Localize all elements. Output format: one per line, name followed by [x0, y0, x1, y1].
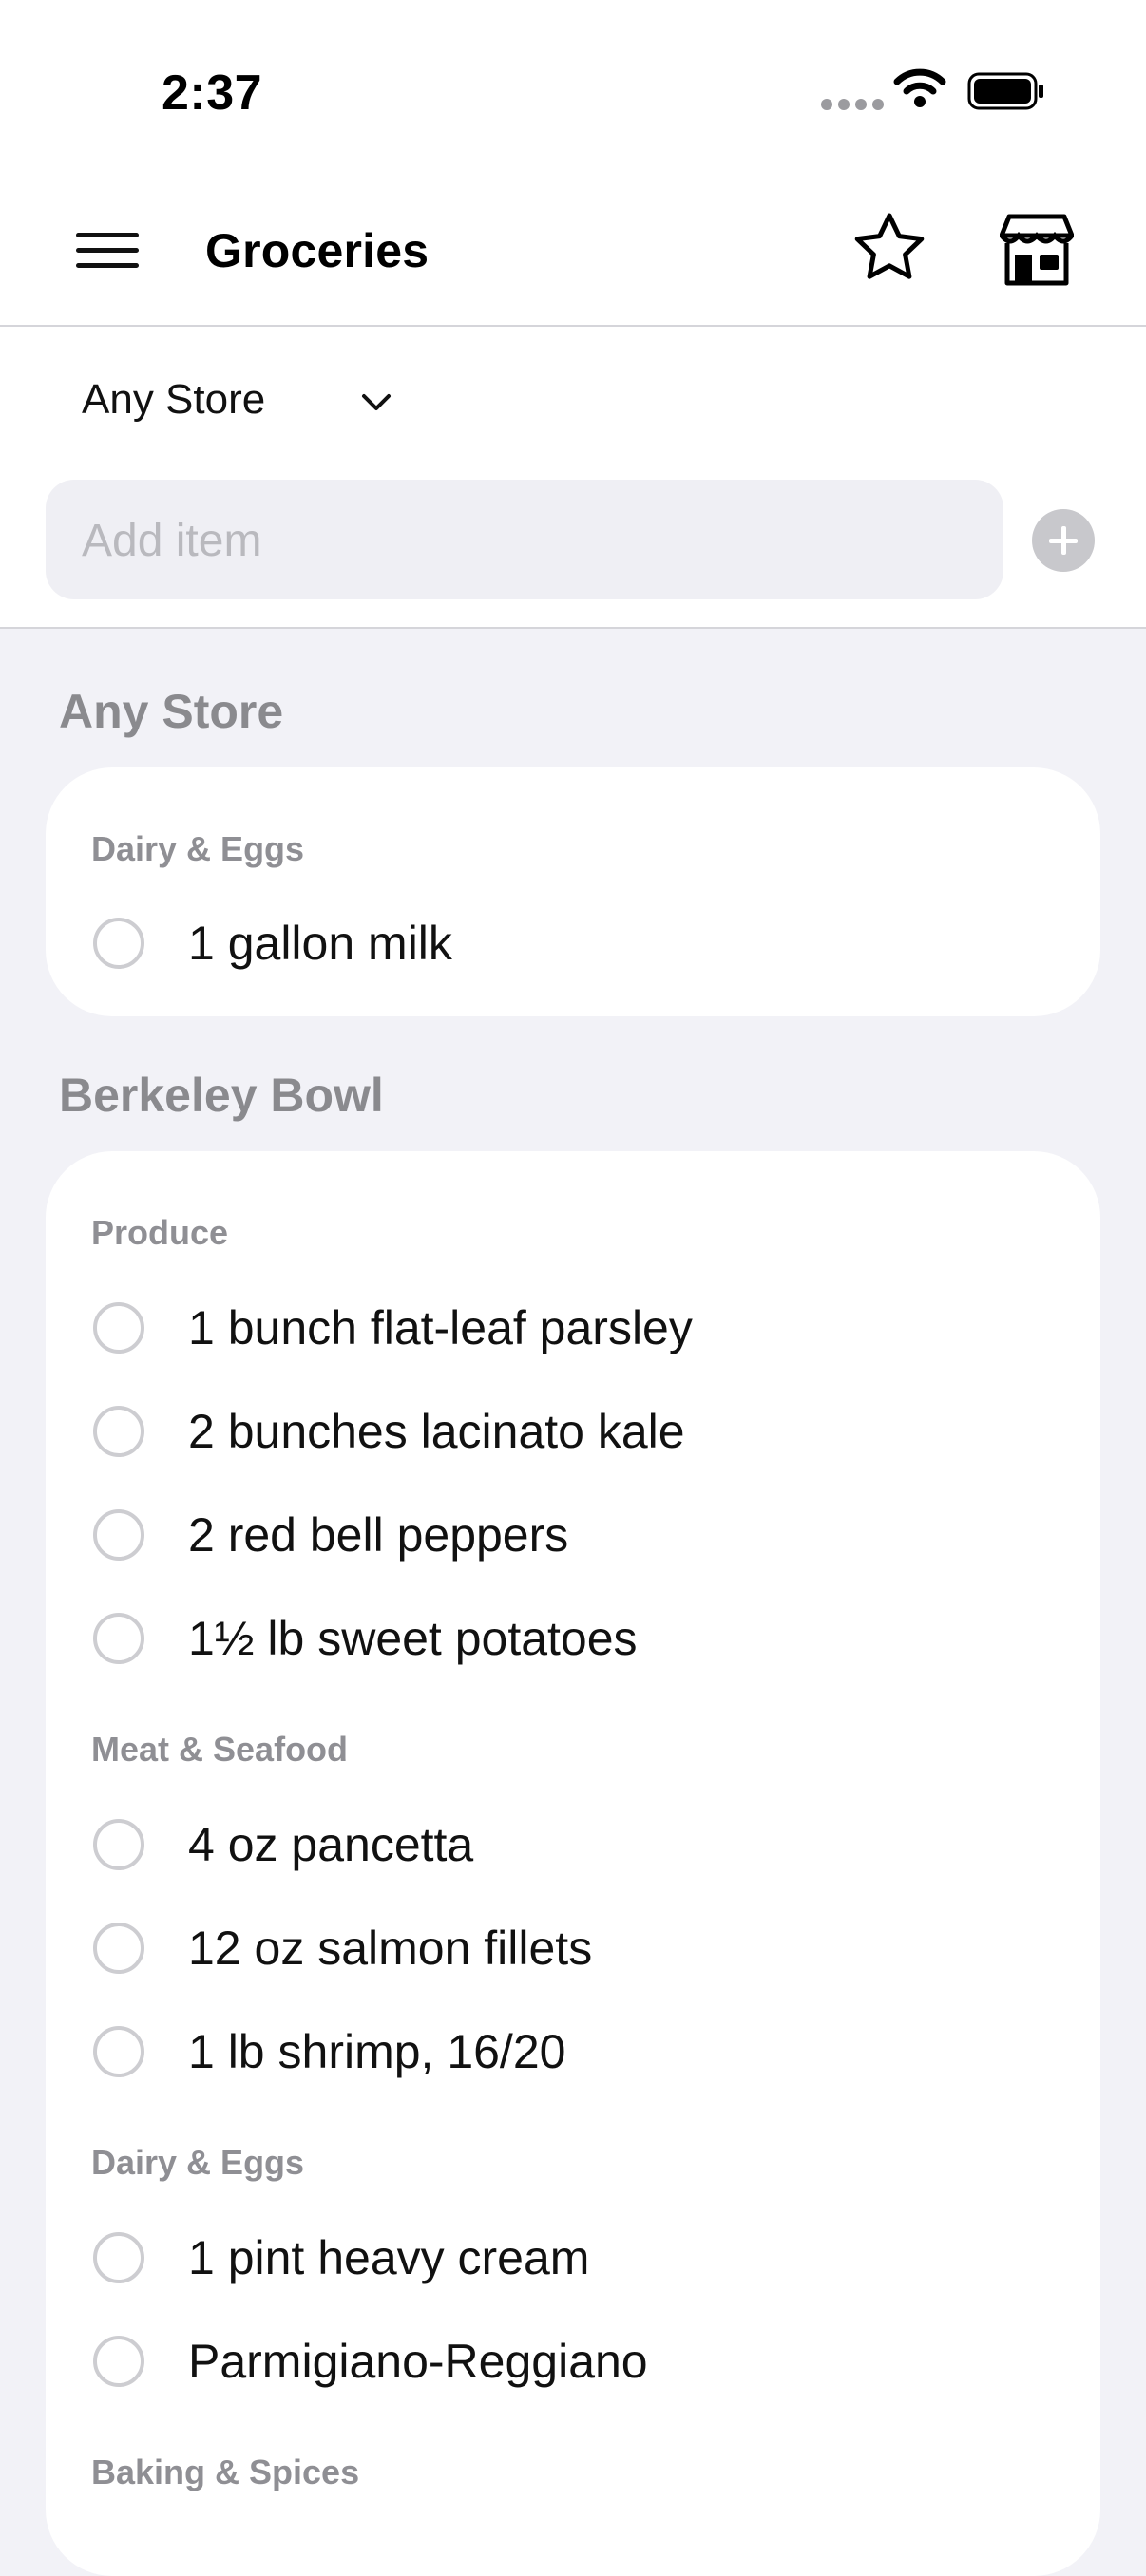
item-label: 12 oz salmon fillets	[188, 1922, 593, 1975]
store-picker[interactable]: Any Store	[82, 376, 392, 424]
item-label: Parmigiano-Reggiano	[188, 2335, 648, 2388]
status-indicators	[817, 66, 1045, 114]
checkbox-circle[interactable]	[93, 1923, 144, 1974]
battery-icon	[967, 72, 1043, 110]
chevron-down-icon	[362, 394, 392, 410]
header-divider	[0, 325, 1146, 327]
item-label: 1 gallon milk	[188, 917, 452, 970]
checkbox-circle[interactable]	[93, 1406, 144, 1457]
item-label: 4 oz pancetta	[188, 1818, 474, 1871]
item-label: 1 lb shrimp, 16/20	[188, 2025, 566, 2078]
checkbox-circle[interactable]	[93, 1819, 144, 1870]
page-title: Groceries	[205, 224, 430, 277]
list-item[interactable]: 1 gallon milk	[93, 913, 452, 974]
wifi-icon	[893, 68, 946, 107]
cellular-signal-icon	[821, 99, 884, 110]
checkbox-circle[interactable]	[93, 1302, 144, 1354]
add-item-button[interactable]	[1032, 509, 1095, 572]
item-label: 1 bunch flat-leaf parsley	[188, 1301, 693, 1354]
item-label: 2 bunches lacinato kale	[188, 1405, 685, 1458]
category-header: Dairy & Eggs	[91, 2143, 305, 2182]
list-item[interactable]: 1 bunch flat-leaf parsley	[93, 1297, 693, 1358]
menu-icon[interactable]	[76, 233, 139, 271]
store-picker-label: Any Store	[82, 376, 266, 423]
section-title-berkeley-bowl: Berkeley Bowl	[59, 1069, 384, 1122]
list-item[interactable]: 12 oz salmon fillets	[93, 1918, 592, 1979]
list-item[interactable]: Parmigiano-Reggiano	[93, 2331, 648, 2392]
status-time: 2:37	[162, 66, 263, 121]
section-title-any-store: Any Store	[59, 685, 284, 738]
add-item-field[interactable]	[46, 480, 1003, 601]
navigation-bar: Groceries	[0, 195, 1146, 328]
checkbox-circle[interactable]	[93, 918, 144, 969]
item-label: 1½ lb sweet potatoes	[188, 1612, 638, 1665]
add-item-input[interactable]	[80, 480, 977, 601]
list-item[interactable]: 1 pint heavy cream	[93, 2227, 589, 2288]
storefront-icon[interactable]	[1000, 213, 1074, 287]
list-item[interactable]: 4 oz pancetta	[93, 1814, 473, 1875]
checkbox-circle[interactable]	[93, 1613, 144, 1664]
list-item[interactable]: 2 bunches lacinato kale	[93, 1401, 685, 1462]
category-header: Meat & Seafood	[91, 1730, 349, 1769]
category-header: Dairy & Eggs	[91, 829, 305, 868]
category-header: Baking & Spices	[91, 2453, 360, 2491]
section-card-any-store	[46, 767, 1100, 1016]
item-label: 1 pint heavy cream	[188, 2231, 590, 2284]
checkbox-circle[interactable]	[93, 2336, 144, 2387]
list-item[interactable]: 1 lb shrimp, 16/20	[93, 2021, 565, 2082]
favorites-star-icon[interactable]	[851, 211, 927, 287]
item-label: 2 red bell peppers	[188, 1508, 569, 1562]
category-header: Produce	[91, 1213, 229, 1252]
checkbox-circle[interactable]	[93, 2232, 144, 2283]
list-item[interactable]: 2 red bell peppers	[93, 1505, 568, 1565]
checkbox-circle[interactable]	[93, 1509, 144, 1561]
checkbox-circle[interactable]	[93, 2026, 144, 2077]
list-item[interactable]: 1½ lb sweet potatoes	[93, 1608, 638, 1669]
add-divider	[0, 627, 1146, 629]
